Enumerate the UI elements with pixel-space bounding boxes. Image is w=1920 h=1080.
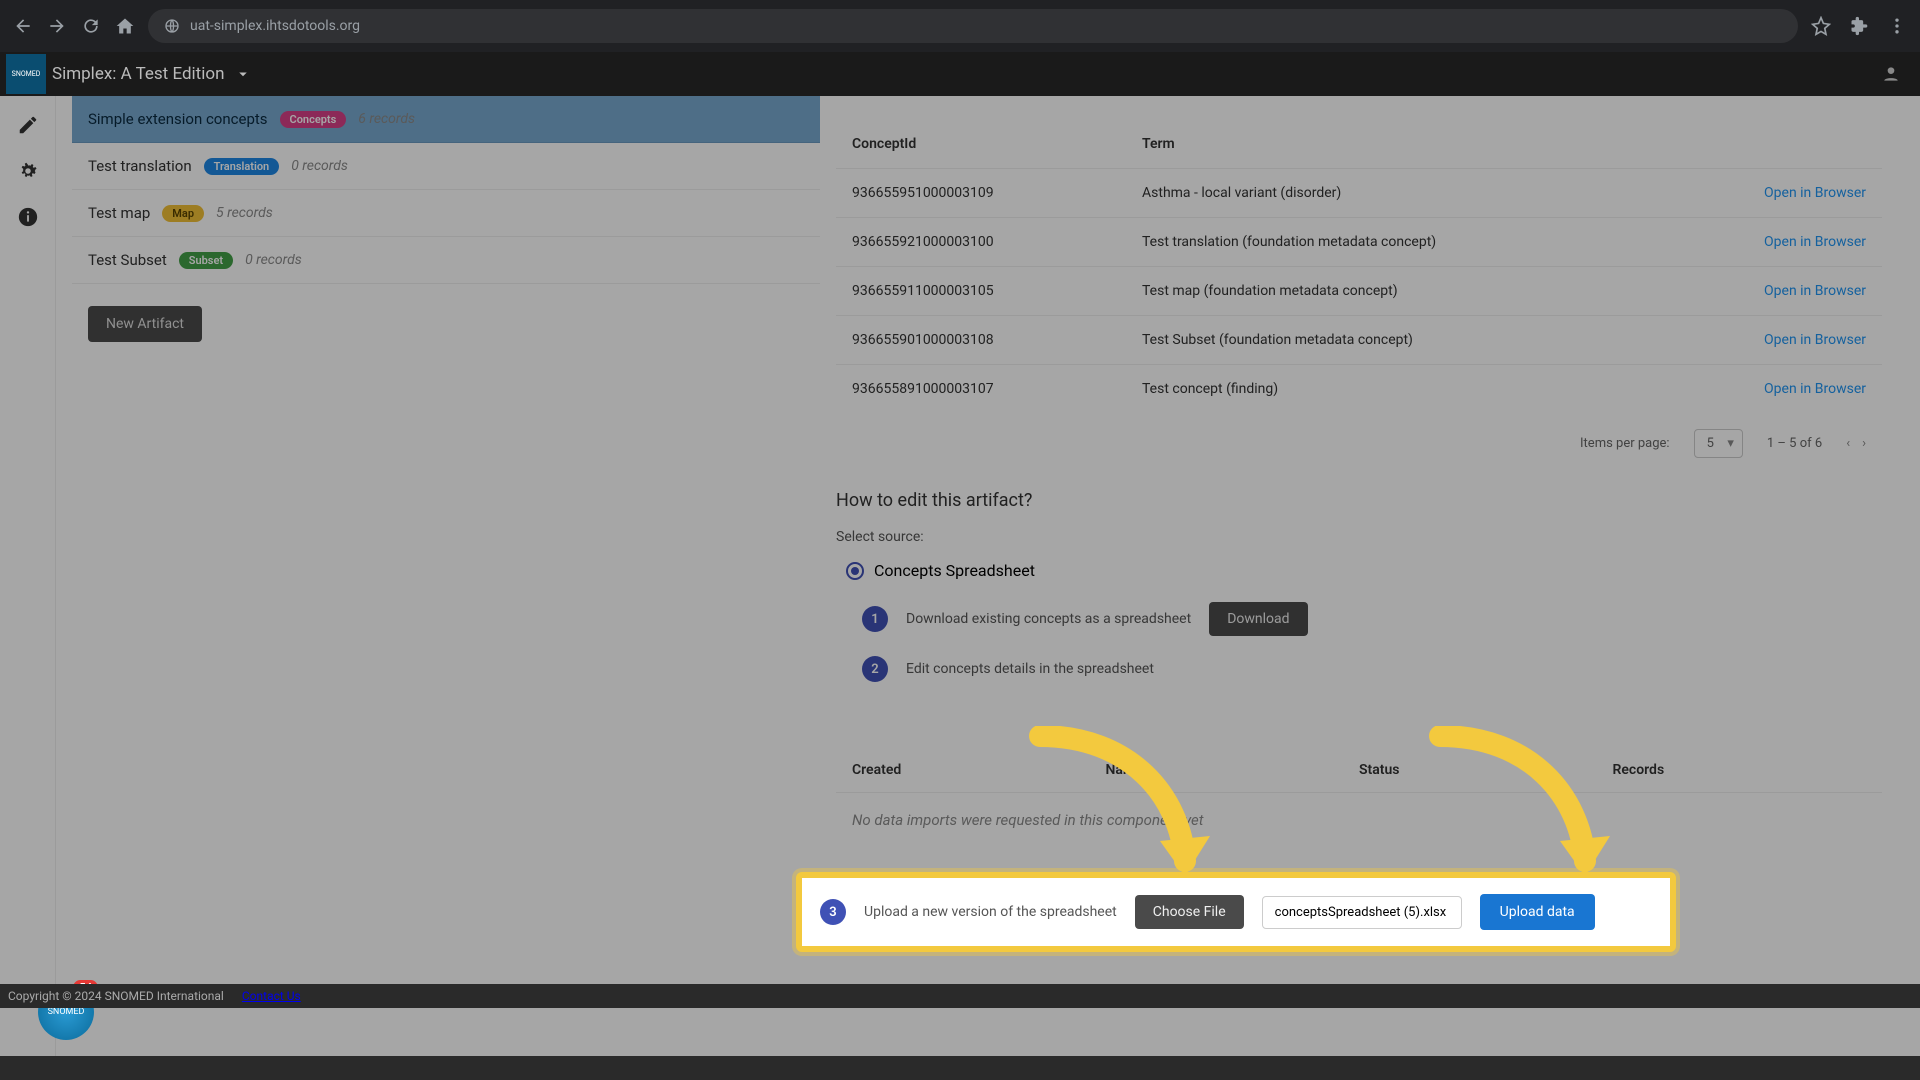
- items-per-page-label: Items per page:: [1580, 436, 1670, 451]
- annotation-arrow-left: [1010, 726, 1230, 896]
- download-button[interactable]: Download: [1209, 602, 1307, 636]
- browser-chrome: uat-simplex.ihtsdotools.org: [0, 0, 1920, 52]
- cell-conceptid: 936655891000003107: [852, 381, 1142, 397]
- edit-icon[interactable]: [17, 114, 39, 136]
- artifact-row[interactable]: Test translation Translation 0 records: [72, 143, 820, 190]
- page-prev-icon[interactable]: ‹: [1846, 436, 1850, 451]
- artifact-records: 0 records: [245, 252, 302, 268]
- artifact-records: 6 records: [358, 111, 415, 127]
- cell-conceptid: 936655911000003105: [852, 283, 1142, 299]
- step-number: 1: [862, 606, 888, 632]
- artifact-type-pill: Concepts: [280, 111, 347, 128]
- cell-conceptid: 936655901000003108: [852, 332, 1142, 348]
- concepts-table-header: ConceptId Term: [836, 96, 1882, 168]
- cell-term: Asthma - local variant (disorder): [1142, 185, 1696, 201]
- step-number: 2: [862, 656, 888, 682]
- footer-bar: Copyright © 2024 SNOMED International Co…: [0, 984, 1920, 1008]
- step-2: 2 Edit concepts details in the spreadshe…: [862, 656, 1882, 682]
- table-row: 936655891000003107 Test concept (finding…: [836, 364, 1882, 413]
- cell-term: Test Subset (foundation metadata concept…: [1142, 332, 1696, 348]
- annotation-arrow-right: [1410, 726, 1630, 896]
- artifact-type-pill: Translation: [204, 158, 280, 175]
- page-size-select[interactable]: 5: [1694, 429, 1743, 458]
- url-bar[interactable]: uat-simplex.ihtsdotools.org: [148, 9, 1798, 43]
- howto-title: How to edit this artifact?: [836, 490, 1882, 511]
- select-source-label: Select source:: [836, 529, 1882, 545]
- th-conceptid: ConceptId: [852, 136, 1142, 152]
- footer-contact-link[interactable]: Contact Us: [242, 989, 301, 1003]
- main-area: Simple extension concepts Concepts 6 rec…: [0, 96, 1920, 1056]
- artifact-row[interactable]: Test Subset Subset 0 records: [72, 237, 820, 284]
- table-row: 936655951000003109 Asthma - local varian…: [836, 168, 1882, 217]
- open-browser-link[interactable]: Open in Browser: [1696, 381, 1866, 397]
- imports-empty-message: No data imports were requested in this c…: [836, 793, 1882, 847]
- chevron-down-icon: [234, 65, 252, 83]
- step-text: Upload a new version of the spreadsheet: [864, 904, 1117, 920]
- artifact-row[interactable]: Test map Map 5 records: [72, 190, 820, 237]
- table-row: 936655901000003108 Test Subset (foundati…: [836, 315, 1882, 364]
- menu-icon[interactable]: [1886, 15, 1908, 37]
- cell-term: Test concept (finding): [1142, 381, 1696, 397]
- cell-term: Test map (foundation metadata concept): [1142, 283, 1696, 299]
- open-browser-link[interactable]: Open in Browser: [1696, 185, 1866, 201]
- info-icon[interactable]: [17, 206, 39, 228]
- radio-label: Concepts Spreadsheet: [874, 561, 1035, 580]
- app-logo: SNOMED: [6, 54, 46, 94]
- paginator: Items per page: 5 1 – 5 of 6 ‹ ›: [836, 413, 1882, 474]
- step-number: 3: [820, 899, 846, 925]
- new-artifact-button[interactable]: New Artifact: [88, 306, 202, 342]
- cell-conceptid: 936655921000003100: [852, 234, 1142, 250]
- app-title-dropdown[interactable]: Simplex: A Test Edition: [52, 64, 252, 84]
- artifact-row[interactable]: Simple extension concepts Concepts 6 rec…: [72, 96, 820, 143]
- app-title-text: Simplex: A Test Edition: [52, 64, 224, 84]
- open-browser-link[interactable]: Open in Browser: [1696, 283, 1866, 299]
- step-1: 1 Download existing concepts as a spread…: [862, 602, 1882, 636]
- user-icon[interactable]: [1880, 63, 1902, 85]
- left-rail: [0, 96, 56, 1056]
- artifact-name: Simple extension concepts: [88, 110, 268, 128]
- home-icon[interactable]: [114, 15, 136, 37]
- cell-term: Test translation (foundation metadata co…: [1142, 234, 1696, 250]
- artifact-name: Test translation: [88, 157, 192, 175]
- artifact-records: 0 records: [291, 158, 348, 174]
- url-text: uat-simplex.ihtsdotools.org: [190, 18, 360, 34]
- choose-file-button[interactable]: Choose File: [1135, 895, 1244, 929]
- file-name-input[interactable]: [1262, 896, 1462, 929]
- app-header: SNOMED Simplex: A Test Edition: [0, 52, 1920, 96]
- step-text: Edit concepts details in the spreadsheet: [906, 661, 1154, 677]
- step-text: Download existing concepts as a spreadsh…: [906, 611, 1191, 627]
- artifact-records: 5 records: [216, 205, 273, 221]
- artifact-type-pill: Map: [162, 205, 204, 222]
- back-icon[interactable]: [12, 15, 34, 37]
- artifact-type-pill: Subset: [179, 252, 233, 269]
- chat-label: SNOMED: [48, 1007, 85, 1017]
- table-row: 936655921000003100 Test translation (fou…: [836, 217, 1882, 266]
- th-term: Term: [1142, 136, 1696, 152]
- reload-icon[interactable]: [80, 15, 102, 37]
- upload-data-button[interactable]: Upload data: [1480, 894, 1595, 930]
- globe-icon: [164, 18, 180, 34]
- star-icon[interactable]: [1810, 15, 1832, 37]
- footer: [0, 1056, 1920, 1080]
- artifact-name: Test Subset: [88, 251, 167, 269]
- cell-conceptid: 936655951000003109: [852, 185, 1142, 201]
- forward-icon[interactable]: [46, 15, 68, 37]
- extensions-icon[interactable]: [1848, 15, 1870, 37]
- open-browser-link[interactable]: Open in Browser: [1696, 332, 1866, 348]
- radio-dot-icon: [846, 562, 864, 580]
- footer-copyright: Copyright © 2024 SNOMED International: [8, 989, 224, 1003]
- open-browser-link[interactable]: Open in Browser: [1696, 234, 1866, 250]
- th-records: Records: [1613, 762, 1867, 778]
- artifact-list-panel: Simple extension concepts Concepts 6 rec…: [56, 96, 836, 1056]
- gear-icon[interactable]: [17, 160, 39, 182]
- page-range: 1 – 5 of 6: [1767, 436, 1822, 451]
- artifact-name: Test map: [88, 204, 150, 222]
- table-row: 936655911000003105 Test map (foundation …: [836, 266, 1882, 315]
- source-radio[interactable]: Concepts Spreadsheet: [846, 561, 1882, 580]
- page-next-icon[interactable]: ›: [1862, 436, 1866, 451]
- imports-table-header: Created Name Status Records: [836, 748, 1882, 793]
